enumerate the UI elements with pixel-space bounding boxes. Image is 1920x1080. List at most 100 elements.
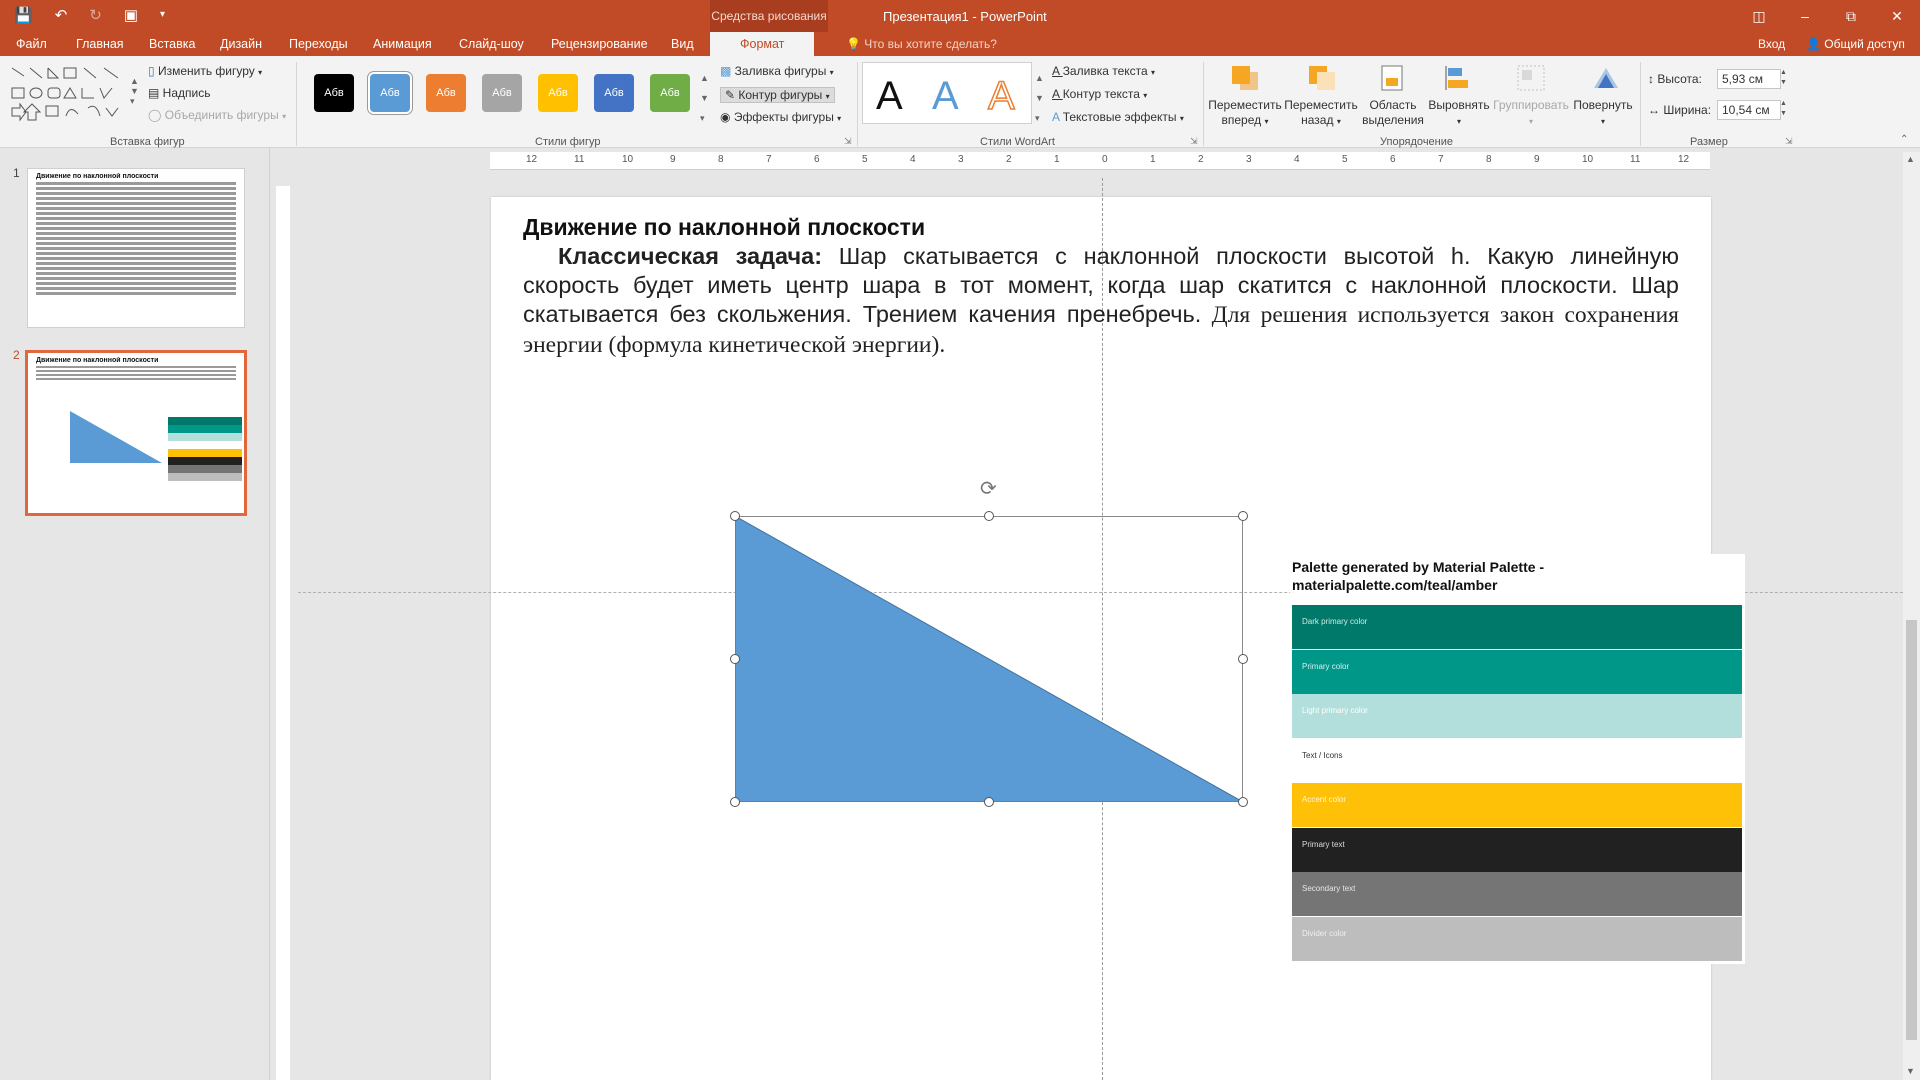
height-spinner[interactable]: ▲ ▼ — [1780, 68, 1787, 88]
text-box-button[interactable]: ▤ Надпись — [148, 86, 210, 100]
resize-handle-bottom[interactable] — [984, 797, 994, 807]
right-triangle[interactable] — [735, 516, 1243, 802]
selection-pane-icon — [1378, 64, 1408, 92]
ribbon-display-icon[interactable]: ◫ — [1736, 0, 1782, 32]
selection-pane-button[interactable]: Область выделения — [1358, 98, 1428, 128]
group-button[interactable]: Группировать ▾ — [1490, 98, 1572, 129]
bring-forward-button[interactable]: Переместить вперед ▾ — [1206, 98, 1284, 129]
wordart-style-black[interactable]: A — [876, 74, 903, 119]
tab-file[interactable]: Файл — [16, 37, 47, 51]
text-outline-button[interactable]: A Контур текста ▾ — [1052, 87, 1147, 101]
align-button[interactable]: Выровнять ▾ — [1424, 98, 1494, 129]
close-icon[interactable]: ✕ — [1874, 0, 1920, 32]
text-fill-label: Заливка текста — [1062, 64, 1148, 78]
palette-swatch: Secondary text — [1292, 872, 1742, 916]
ruler-tick-label: 9 — [1534, 154, 1540, 165]
wordart-group-label: Стили WordArt — [980, 136, 1055, 148]
shape-style-gold[interactable]: Абв — [538, 74, 578, 112]
shape-outline-button[interactable]: ✎ Контур фигуры ▾ — [720, 87, 835, 103]
height-icon: ↕ — [1648, 72, 1658, 86]
tell-me-search[interactable]: 💡 Что вы хотите сделать? — [846, 37, 997, 51]
tab-insert[interactable]: Вставка — [149, 37, 195, 51]
merge-shapes-button[interactable]: ◯ Объединить фигуры ▾ — [148, 108, 286, 122]
tab-design[interactable]: Дизайн — [220, 37, 262, 51]
resize-handle-top-left[interactable] — [730, 511, 740, 521]
share-button[interactable]: 👤 Общий доступ — [1806, 37, 1905, 51]
tab-animations[interactable]: Анимация — [373, 37, 432, 51]
redo-icon[interactable]: ↻ — [89, 6, 102, 24]
resize-handle-left[interactable] — [730, 654, 740, 664]
thumb-swatch — [168, 473, 242, 481]
collapse-ribbon-icon[interactable]: ⌃ — [1900, 134, 1908, 145]
text-effects-button[interactable]: A Текстовые эффекты ▾ — [1052, 110, 1184, 124]
resize-handle-bottom-right[interactable] — [1238, 797, 1248, 807]
scrollbar-thumb[interactable] — [1906, 620, 1917, 1040]
rotate-handle-icon[interactable]: ⟳ — [980, 476, 997, 501]
start-from-beginning-icon[interactable]: ▣ — [124, 6, 138, 24]
ruler-tick-label: 0 — [1102, 154, 1108, 165]
resize-handle-top[interactable] — [984, 511, 994, 521]
shapes-gallery-more-button[interactable]: ▲ ▼ ▾ — [130, 76, 140, 126]
restore-icon[interactable]: ⧉ — [1828, 0, 1874, 32]
context-tab-header: Средства рисования — [710, 0, 828, 32]
ruler-tick-label: 11 — [574, 154, 585, 165]
ruler-tick-label: 7 — [766, 154, 772, 165]
shape-styles-group-label: Стили фигур — [535, 136, 601, 148]
shape-style-green[interactable]: Абв — [650, 74, 690, 112]
vertical-ruler — [276, 186, 290, 1080]
thumb-text-line — [36, 212, 236, 215]
tab-transitions[interactable]: Переходы — [289, 37, 348, 51]
thumb-text-line — [36, 262, 236, 265]
save-icon[interactable]: 💾 — [14, 6, 33, 24]
dialog-launcher-icon[interactable]: ⇲ — [844, 136, 852, 147]
scroll-up-icon[interactable]: ▲ — [1906, 154, 1915, 164]
thumb-text-line — [36, 217, 236, 220]
rotate-button[interactable]: Повернуть ▾ — [1568, 98, 1638, 129]
slide-thumbnail-2[interactable]: Движение по наклонной плоскости — [25, 350, 247, 516]
width-spinner[interactable]: ▲ ▼ — [1780, 99, 1787, 119]
thumb-text-line — [36, 187, 236, 190]
slide-number: 2 — [13, 348, 20, 362]
shape-style-gray[interactable]: Абв — [482, 74, 522, 112]
height-input[interactable]: 5,93 см — [1717, 69, 1781, 89]
thumb-text-line — [36, 182, 236, 185]
shapes-gallery[interactable] — [8, 64, 134, 124]
shape-fill-button[interactable]: ▩ Заливка фигуры ▾ — [720, 64, 834, 78]
dialog-launcher-icon[interactable]: ⇲ — [1190, 136, 1198, 147]
slide-heading[interactable]: Движение по наклонной плоскости — [523, 214, 925, 241]
wordart-style-blue[interactable]: A — [932, 74, 959, 119]
slide-thumbnail-1[interactable]: Движение по наклонной плоскости — [27, 168, 245, 328]
selected-triangle-shape[interactable]: ⟳ — [730, 478, 1248, 807]
shape-style-orange[interactable]: Абв — [426, 74, 466, 112]
resize-handle-bottom-left[interactable] — [730, 797, 740, 807]
width-input[interactable]: 10,54 см — [1717, 100, 1781, 120]
tab-home[interactable]: Главная — [76, 37, 124, 51]
slide-body-text[interactable]: Классическая задача: Шар скатывается с н… — [523, 242, 1679, 360]
wordart-style-orange-outline[interactable]: A — [987, 73, 1015, 119]
resize-handle-right[interactable] — [1238, 654, 1248, 664]
ribbon-tabs: Файл Главная Вставка Дизайн Переходы Ани… — [0, 32, 1920, 56]
wordart-more-button[interactable]: ▲ ▼ ▾ — [1035, 68, 1044, 128]
tab-format[interactable]: Формат — [710, 32, 815, 56]
thumb-text-line — [36, 374, 236, 376]
shape-styles-more-button[interactable]: ▲ ▼ ▾ — [700, 68, 709, 128]
tab-view[interactable]: Вид — [671, 37, 694, 51]
insert-shapes-group-label: Вставка фигур — [110, 136, 185, 148]
resize-handle-top-right[interactable] — [1238, 511, 1248, 521]
tab-review[interactable]: Рецензирование — [551, 37, 648, 51]
send-backward-button[interactable]: Переместить назад ▾ — [1282, 98, 1360, 129]
dialog-launcher-icon[interactable]: ⇲ — [1785, 136, 1793, 147]
shape-effects-button[interactable]: ◉ Эффекты фигуры ▾ — [720, 110, 841, 124]
shape-style-blue-selected[interactable]: Абв — [370, 74, 410, 112]
customize-icon[interactable]: ▾ — [160, 9, 165, 24]
edit-shape-button[interactable]: ▯ Изменить фигуру ▾ — [148, 64, 262, 78]
paint-bucket-icon: ▩ — [720, 64, 735, 78]
scroll-down-icon[interactable]: ▼ — [1906, 1066, 1915, 1076]
undo-icon[interactable]: ↶ — [55, 6, 68, 24]
shape-style-dark-blue[interactable]: Абв — [594, 74, 634, 112]
tab-slideshow[interactable]: Слайд-шоу — [459, 37, 524, 51]
sign-in-link[interactable]: Вход — [1758, 37, 1785, 51]
text-fill-button[interactable]: A Заливка текста ▾ — [1052, 64, 1155, 78]
shape-style-black[interactable]: Абв — [314, 74, 354, 112]
minimize-icon[interactable]: – — [1782, 0, 1828, 32]
